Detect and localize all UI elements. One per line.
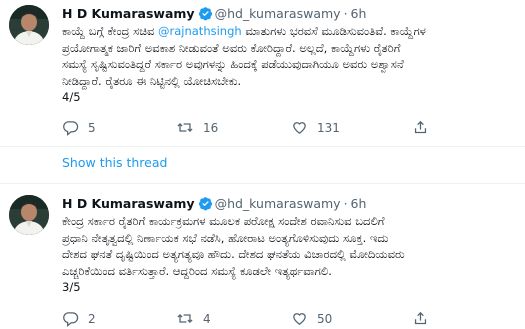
divider — [0, 146, 525, 147]
thread-counter: 4/5 — [62, 90, 81, 104]
tweet-line: ಕೇಂದ್ರ ಸರ್ಕಾರ ರೈತರಿಗೆ ಕಾರ್ಯಕ್ರಮಗಳ ಮೂಲಕ ಪ… — [62, 214, 385, 228]
tweet-line: ನೀಡಿದ್ದಾರೆ. ರೈತರೂ ಈ ನಿಟ್ಟಿನಲ್ಲಿ ಯೋಚಿಸಬೇಕ… — [62, 73, 242, 88]
separator-dot: · — [343, 6, 348, 21]
avatar[interactable] — [9, 5, 49, 45]
tweet[interactable]: H D Kumaraswamy @hd_kumaraswamy · 6h ಕೇಂದ್ರ… — [0, 183, 525, 327]
like-button[interactable]: 50 — [291, 309, 332, 329]
retweet-button[interactable]: 16 — [176, 118, 218, 138]
reply-count: 5 — [88, 121, 96, 135]
text-segment: ಕಾಯ್ದೆ ಬಗ್ಗೆ ಕೇಂದ್ರ ಸಚಿವ — [62, 24, 158, 38]
retweet-button[interactable]: 4 — [176, 309, 211, 329]
author-handle[interactable]: @hd_kumaraswamy — [215, 196, 341, 211]
tweet-header: H D Kumaraswamy @hd_kumaraswamy · 6h — [62, 4, 366, 24]
like-icon — [293, 122, 306, 134]
tweet-actions: 5 16 131 — [62, 118, 502, 138]
retweet-count: 16 — [203, 121, 219, 135]
reply-icon — [63, 312, 79, 327]
mention-link[interactable]: @rajnathsingh — [158, 24, 242, 38]
avatar[interactable] — [9, 195, 49, 235]
reply-button[interactable]: 2 — [62, 309, 96, 329]
author-name[interactable]: H D Kumaraswamy — [62, 196, 195, 211]
tweet-line: ಕಾಯ್ದೆ ಬಗ್ಗೆ ಕೇಂದ್ರ ಸಚಿವ @rajnathsingh ಮ… — [62, 23, 517, 40]
text-segment: ಮಾತುಗಳು ಭರವಸೆ ಮೂಡಿಸುವಂತಿವೆ. ಕಾಯ್ದೆಗಳ — [241, 24, 426, 38]
retweet-count: 4 — [203, 312, 211, 326]
like-count: 50 — [317, 312, 333, 326]
tweet-line: ಪ್ರಯೋಗಾತ್ಮಕ ಜಾರಿಗೆ ಅವಕಾಶ ನೀಡುವಂತೆ ಅವರು ಕ… — [62, 40, 401, 55]
timestamp[interactable]: 6h — [351, 196, 367, 211]
reply-button[interactable]: 5 — [62, 118, 96, 138]
author-handle[interactable]: @hd_kumaraswamy — [215, 6, 341, 21]
share-icon — [414, 311, 427, 325]
tweet-line: ಪ್ರಧಾನಿ ನೇತೃತ್ವದಲ್ಲಿ ನಿರ್ಣಾಯಕ ಸಭೆ ನಡೆಸಿ,… — [62, 230, 389, 245]
tweet-actions: 2 4 50 — [62, 309, 502, 329]
show-thread-link[interactable]: Show this thread — [62, 155, 167, 170]
share-button[interactable] — [412, 309, 438, 329]
author-name[interactable]: H D Kumaraswamy — [62, 6, 195, 21]
timestamp[interactable]: 6h — [351, 6, 367, 21]
separator-dot: · — [343, 196, 348, 211]
tweet-text: ಕೇಂದ್ರ ಸರ್ಕಾರ ರೈತರಿಗೆ ಕಾರ್ಯಕ್ರಮಗಳ ಮೂಲಕ ಪ… — [62, 213, 517, 296]
share-button[interactable] — [412, 118, 438, 138]
tweet-line: ಸಮಸ್ಯೆ ಸೃಷ್ಟಿಸುವಂತಿದ್ದರೆ ಸರ್ಕಾರ ಅವುಗಳನ್ನ… — [62, 57, 404, 71]
reply-icon — [63, 121, 79, 136]
reply-count: 2 — [88, 312, 96, 326]
tweet-text: ಕಾಯ್ದೆ ಬಗ್ಗೆ ಕೇಂದ್ರ ಸಚಿವ @rajnathsingh ಮ… — [62, 23, 517, 106]
share-icon — [414, 120, 427, 134]
tweet-line: ಎಚ್ಚರಿಕೆಯಿಂದ ವರ್ತಿಸುತ್ತಾರೆ. ಆದ್ದರಿಂದ ಸಮಸ… — [62, 263, 332, 278]
retweet-icon — [177, 314, 193, 323]
tweet-line: ದೇಶದ ಘನತೆ ದೃಷ್ಟಿಯಿಂದ ಅತ್ಯಗತ್ಯವೂ ಹೌದು. ದೇ… — [62, 247, 405, 261]
like-button[interactable]: 131 — [291, 118, 340, 138]
thread-counter: 3/5 — [62, 280, 81, 294]
retweet-icon — [177, 123, 193, 132]
tweet[interactable]: H D Kumaraswamy @hd_kumaraswamy · 6h ಕಾಯ್ದೆ… — [0, 0, 525, 145]
tweet-header: H D Kumaraswamy @hd_kumaraswamy · 6h — [62, 194, 366, 214]
like-icon — [293, 313, 306, 325]
like-count: 131 — [317, 121, 340, 135]
